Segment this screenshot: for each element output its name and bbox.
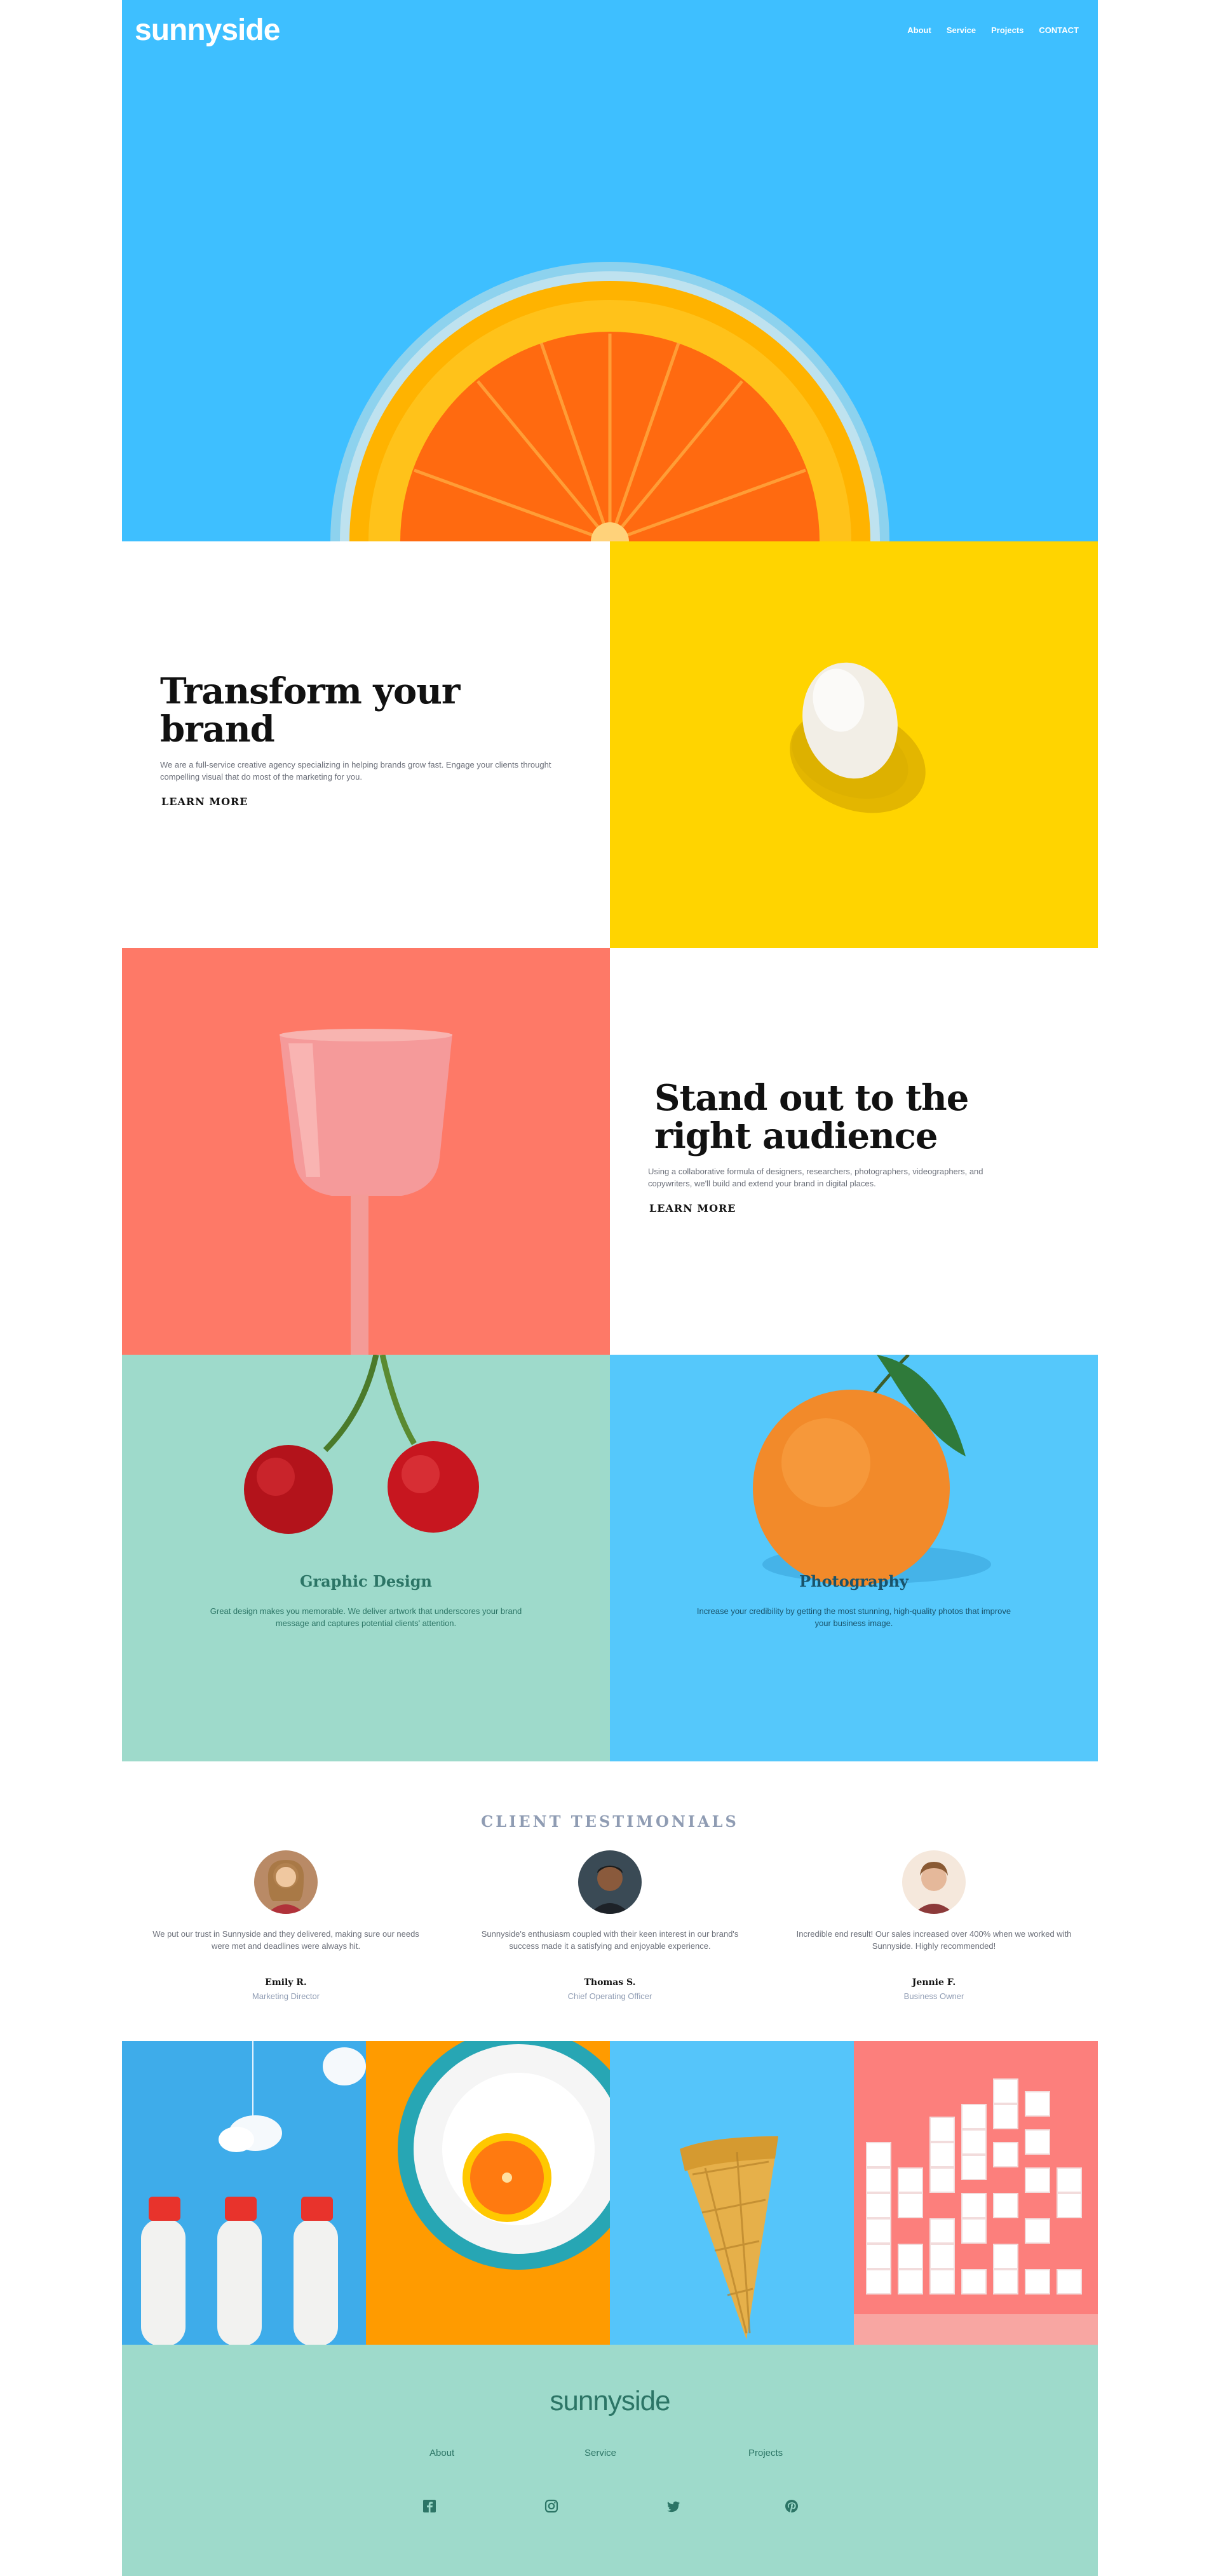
gallery-milk-image [122, 2041, 366, 2345]
testimonial-card: Sunnyside's enthusiasm coupled with thei… [464, 1850, 756, 2001]
nav-service[interactable]: Service [947, 25, 976, 35]
gallery-cone-image [610, 2041, 854, 2345]
twitter-icon[interactable] [665, 2497, 682, 2515]
instagram-icon[interactable] [543, 2497, 560, 2515]
transform-link-label: LEARN MORE [161, 796, 248, 808]
service-title-photography: Photography [799, 1572, 908, 1590]
testimonials-section: CLIENT TESTIMONIALS We put our trust in … [122, 1761, 1098, 2041]
testimonial-quote: Incredible end result! Our sales increas… [796, 1929, 1072, 1951]
standout-learn-more-link[interactable]: LEARN MORE [648, 1202, 738, 1214]
egg-image [610, 541, 1098, 948]
hero-orange-image [330, 262, 889, 541]
standout-section: Stand out to the right audience Using a … [610, 948, 1098, 1355]
transform-section: Transform your brand We are a full-servi… [122, 541, 610, 948]
standout-link-label: LEARN MORE [649, 1202, 736, 1214]
avatar [254, 1850, 318, 1914]
service-title-graphic: Graphic Design [300, 1572, 432, 1590]
avatar [902, 1850, 966, 1914]
testimonial-quote: We put our trust in Sunnyside and they d… [152, 1929, 419, 1951]
gallery-section [122, 2041, 1098, 2345]
testimonials-title: CLIENT TESTIMONIALS [481, 1812, 739, 1831]
footer-nav-service[interactable]: Service [584, 2448, 616, 2458]
footer: sunnyside About Service Projects [122, 2345, 1098, 2576]
photography-section: Photography Increase your credibility by… [610, 1355, 1098, 1761]
service-text-graphic: Great design makes you memorable. We del… [210, 1606, 522, 1628]
gallery-orange-plate-image [366, 2041, 610, 2345]
testimonial-name: Emily R. [265, 1977, 307, 1988]
nav-contact[interactable]: CONTACT [1039, 25, 1079, 35]
cup-image [122, 948, 610, 1355]
avatar [578, 1850, 642, 1914]
transform-learn-more-link[interactable]: LEARN MORE [160, 796, 250, 808]
pinterest-icon[interactable] [783, 2497, 800, 2515]
graphic-design-section: Graphic Design Great design makes you me… [122, 1355, 610, 1761]
testimonial-role: Chief Operating Officer [567, 1991, 652, 2001]
standout-copy: Stand out to the right audience Using a … [648, 1079, 1055, 1215]
testimonial-name: Thomas S. [584, 1977, 636, 1988]
testimonial-quote: Sunnyside's enthusiasm coupled with thei… [481, 1929, 739, 1951]
standout-text: Using a collaborative formula of designe… [648, 1167, 983, 1188]
nav-projects[interactable]: Projects [991, 25, 1023, 35]
testimonial-role: Marketing Director [252, 1991, 320, 2001]
site-logo[interactable]: sunnyside [135, 13, 280, 48]
facebook-icon[interactable] [421, 2497, 438, 2515]
transform-copy: Transform your brand We are a full-servi… [160, 672, 579, 808]
page: sunnyside About Service Projects CONTACT… [122, 0, 1098, 2576]
orange-image [753, 1355, 991, 1587]
service-text-photography: Increase your credibility by getting the… [696, 1606, 1011, 1628]
nav-about[interactable]: About [907, 25, 931, 35]
hero-section: sunnyside About Service Projects CONTACT [122, 0, 1098, 541]
footer-logo[interactable]: sunnyside [122, 2385, 1098, 2417]
gallery-sugar-cubes-image [854, 2041, 1098, 2345]
footer-nav-about[interactable]: About [429, 2448, 454, 2458]
testimonial-name: Jennie F. [912, 1977, 956, 1988]
main-nav: About Service Projects CONTACT [907, 25, 1079, 35]
standout-title: Stand out to the right audience [654, 1077, 969, 1157]
transform-text: We are a full-service creative agency sp… [160, 760, 551, 782]
testimonial-card: We put our trust in Sunnyside and they d… [140, 1850, 432, 2001]
transform-title: Transform your brand [160, 670, 460, 750]
footer-nav-projects[interactable]: Projects [748, 2448, 783, 2458]
cherries-image [244, 1355, 479, 1534]
testimonial-card: Incredible end result! Our sales increas… [788, 1850, 1080, 2001]
testimonial-role: Business Owner [903, 1991, 964, 2001]
